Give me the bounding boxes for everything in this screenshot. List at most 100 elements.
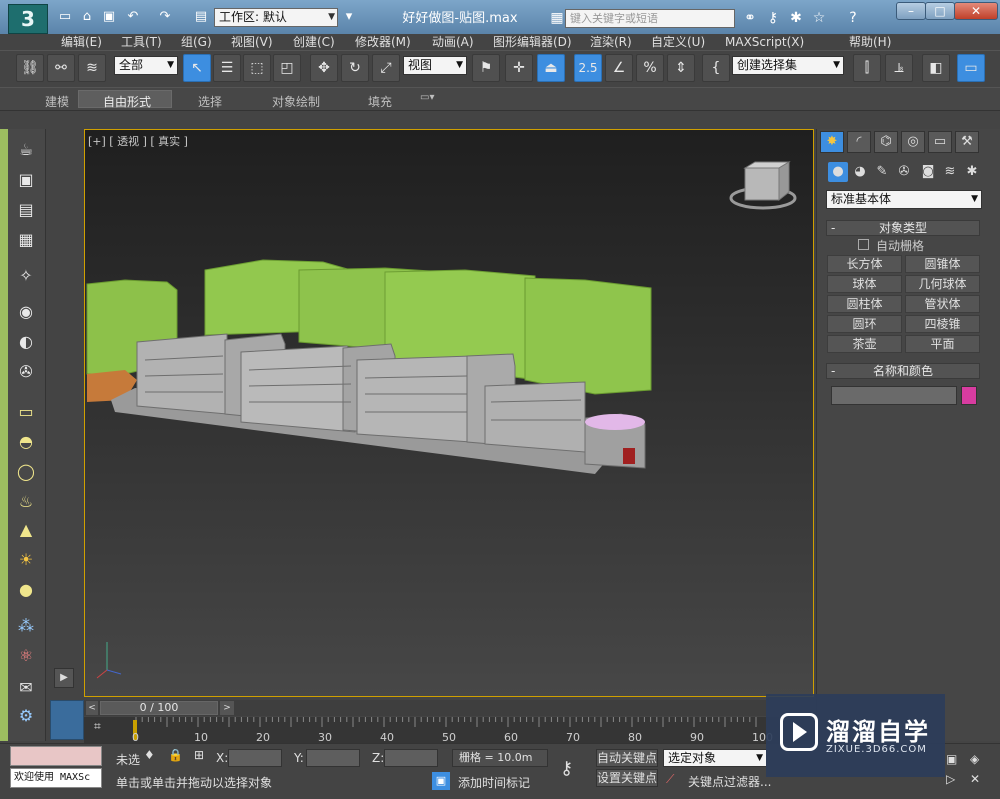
app-menu-button[interactable]: 3 <box>8 4 48 34</box>
menu-tools[interactable]: 工具(T) <box>121 34 162 50</box>
field-of-view-icon[interactable]: ▷ <box>946 772 955 786</box>
maxscript-mini-listener[interactable] <box>10 746 102 766</box>
zoom-extents-icon[interactable]: ▣ <box>946 752 957 766</box>
snaps-toggle-icon[interactable]: 2.5 <box>574 54 602 82</box>
angle-snap-icon[interactable]: ∠ <box>605 54 633 82</box>
video-camera-icon[interactable]: ✇ <box>13 360 39 384</box>
maximize-button[interactable]: □ <box>925 2 955 20</box>
envelope-icon[interactable]: ✉ <box>13 676 39 700</box>
molecule-icon[interactable]: ⚛ <box>13 644 39 668</box>
utilities-tab-icon[interactable]: ⚒ <box>955 131 979 153</box>
edit-named-selection-icon[interactable]: { <box>702 54 730 82</box>
expand-panel-icon[interactable]: ▶ <box>54 668 74 688</box>
redo-icon[interactable]: ↷ <box>156 8 174 26</box>
perspective-viewport[interactable] <box>84 129 814 697</box>
open-file-icon[interactable]: ⌂ <box>78 8 96 26</box>
time-slider-prev-icon[interactable]: < <box>86 701 98 715</box>
add-time-tag-text[interactable]: 添加时间标记 <box>458 774 530 791</box>
mirror-icon[interactable]: ⫿ <box>853 54 881 82</box>
menu-modifiers[interactable]: 修改器(M) <box>355 34 411 50</box>
menu-help[interactable]: 帮助(H) <box>849 34 891 50</box>
autogrid-checkbox[interactable] <box>858 239 869 250</box>
camera-icon[interactable]: ◉ <box>13 300 39 324</box>
object-color-swatch[interactable] <box>961 386 977 405</box>
viewcube-icon[interactable] <box>729 161 797 210</box>
z-coordinate-field[interactable] <box>384 749 438 767</box>
pivot-center-icon[interactable]: ⚑ <box>472 54 500 82</box>
tab-freeform[interactable]: 自由形式 <box>103 93 151 110</box>
motion-tab-icon[interactable]: ◎ <box>901 131 925 153</box>
named-selection-sets-dropdown[interactable]: 创建选择集 ▼ <box>732 56 844 75</box>
modify-tab-icon[interactable]: ◜ <box>847 131 871 153</box>
systems-icon[interactable]: ✱ <box>962 162 982 182</box>
bind-space-warp-icon[interactable]: ≋ <box>78 54 106 82</box>
viewport-label[interactable]: [+] [ 透视 ] [ 真实 ] <box>88 133 188 149</box>
keyboard-shortcut-override-icon[interactable]: ⏏ <box>537 54 565 82</box>
menu-animation[interactable]: 动画(A) <box>432 34 474 50</box>
key-filter-icon[interactable]: ⟋ <box>666 772 674 787</box>
select-object-icon[interactable]: ↖ <box>183 54 211 82</box>
plane-button[interactable]: 平面 <box>905 335 980 353</box>
close-button[interactable]: ✕ <box>954 2 998 20</box>
toggle-ribbon-icon[interactable]: ▭ <box>957 54 985 82</box>
key-filters-button[interactable]: 关键点过滤器... <box>688 773 771 790</box>
light-icon[interactable]: ✧ <box>13 264 39 288</box>
tab-object-paint[interactable]: 对象绘制 <box>272 93 320 110</box>
shapes-icon[interactable]: ◕ <box>850 162 870 182</box>
tab-modeling[interactable]: 建模 <box>45 93 69 110</box>
sphere-helper-icon[interactable]: ◐ <box>13 330 39 354</box>
spinner-snap-icon[interactable]: ⇕ <box>667 54 695 82</box>
menu-edit[interactable]: 编辑(E) <box>61 34 102 50</box>
display-tab-icon[interactable]: ▭ <box>928 131 952 153</box>
torus-icon[interactable]: ◯ <box>13 460 39 484</box>
key-icon[interactable]: ⚷ <box>764 9 782 27</box>
particles-icon[interactable]: ⁂ <box>13 614 39 638</box>
favorites-star-icon[interactable]: ☆ <box>810 9 828 27</box>
box-icon[interactable]: ▭ <box>13 400 39 424</box>
menu-customize[interactable]: 自定义(U) <box>651 34 705 50</box>
unlink-icon[interactable]: ⚯ <box>47 54 75 82</box>
hierarchy-tab-icon[interactable]: ⌬ <box>874 131 898 153</box>
cone-icon[interactable]: ▲ <box>13 518 39 542</box>
time-tag-icon[interactable]: ▣ <box>432 772 450 790</box>
viewport-layout-button[interactable] <box>50 700 84 740</box>
menu-create[interactable]: 创建(C) <box>293 34 335 50</box>
layer-manager-icon[interactable]: ◧ <box>922 54 950 82</box>
time-slider-thumb[interactable]: 0 / 100 <box>100 701 218 715</box>
geometry-icon[interactable]: ● <box>828 162 848 182</box>
help-icon[interactable]: ? <box>844 9 862 27</box>
scale-icon[interactable]: ⤢ <box>372 54 400 82</box>
auto-key-button[interactable]: 自动关键点 <box>596 749 658 767</box>
workspace-menu-icon[interactable]: ▾ <box>340 8 358 26</box>
menu-group[interactable]: 组(G) <box>181 34 212 50</box>
absolute-mode-icon[interactable]: ⊞ <box>194 748 204 762</box>
maximize-viewport-icon[interactable]: ◈ <box>970 752 979 766</box>
gear-icon[interactable]: ⚙ <box>13 704 39 728</box>
track-bar-key-icon[interactable]: ⌗ <box>94 719 114 741</box>
binoculars-icon[interactable]: ⚭ <box>741 9 759 27</box>
link-icon[interactable]: ⛓ <box>16 54 44 82</box>
set-key-icon[interactable]: ⚷ <box>560 758 573 779</box>
render-frame-icon[interactable]: ▣ <box>13 168 39 192</box>
tab-selection[interactable]: 选择 <box>198 93 222 110</box>
object-category-dropdown[interactable]: 标准基本体 ▼ <box>826 190 982 209</box>
ribbon-options-icon[interactable]: ▭▾ <box>420 92 434 103</box>
teapot-render-icon[interactable]: ☕ <box>13 138 39 162</box>
geosphere-button[interactable]: 几何球体 <box>905 275 980 293</box>
name-color-rollout[interactable]: - 名称和颜色 <box>826 363 980 379</box>
select-and-manipulate-icon[interactable]: ✛ <box>505 54 533 82</box>
select-by-name-icon[interactable]: ☰ <box>213 54 241 82</box>
communication-center-icon[interactable]: ✱ <box>787 9 805 27</box>
tube-button[interactable]: 管状体 <box>905 295 980 313</box>
sphere-button[interactable]: 球体 <box>827 275 902 293</box>
lock-icon[interactable]: 🔒 <box>168 748 183 762</box>
cone-button[interactable]: 圆锥体 <box>905 255 980 273</box>
save-icon[interactable]: ▣ <box>100 8 118 26</box>
move-icon[interactable]: ✥ <box>310 54 338 82</box>
align-icon[interactable]: ⫡ <box>885 54 913 82</box>
minimize-button[interactable]: – <box>896 2 926 20</box>
sun-icon[interactable]: ☀ <box>13 548 39 572</box>
render-setup-icon[interactable]: ▤ <box>13 198 39 222</box>
undo-icon[interactable]: ↶ <box>124 8 142 26</box>
menu-views[interactable]: 视图(V) <box>231 34 273 50</box>
